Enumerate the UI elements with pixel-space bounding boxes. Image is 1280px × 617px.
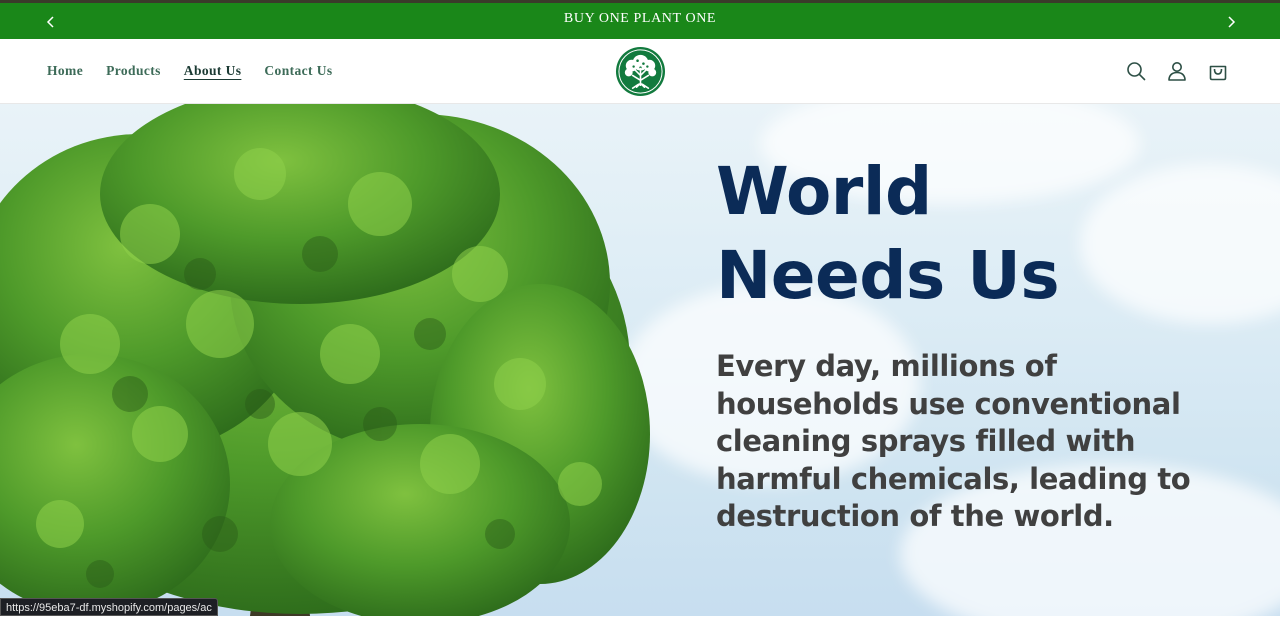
hero-body-text: Every day, millions of households use co… <box>716 349 1191 533</box>
nav-home[interactable]: Home <box>47 63 83 79</box>
nav-about-us[interactable]: About Us <box>184 63 242 79</box>
header-icons <box>1124 58 1230 84</box>
site-header: Home Products About Us Contact Us <box>0 39 1280 104</box>
main-nav: Home Products About Us Contact Us <box>47 63 356 79</box>
search-button[interactable] <box>1124 58 1148 84</box>
search-icon <box>1127 62 1146 81</box>
nav-products[interactable]: Products <box>106 63 161 79</box>
tree-logo-icon[interactable] <box>615 46 666 97</box>
account-icon <box>1168 62 1186 81</box>
hero-title-line2: Needs Us <box>716 237 1060 314</box>
cart-button[interactable] <box>1206 58 1230 84</box>
cart-icon <box>1209 65 1227 81</box>
hero-title: World Needs Us <box>716 150 1236 318</box>
account-button[interactable] <box>1165 58 1189 84</box>
announcement-next-button[interactable] <box>1216 8 1246 36</box>
nav-contact-us[interactable]: Contact Us <box>264 63 332 79</box>
chevron-right-icon <box>1228 16 1236 28</box>
announcement-text[interactable]: BUY ONE PLANT ONE <box>0 11 1280 27</box>
announcement-bar: BUY ONE PLANT ONE <box>0 0 1280 39</box>
tree-image <box>0 104 650 616</box>
hero-title-line1: World <box>716 153 932 230</box>
status-bar-url: https://95eba7-df.myshopify.com/pages/ac <box>0 598 218 616</box>
hero-banner: World Needs Us Every day, millions of ho… <box>0 104 1280 616</box>
